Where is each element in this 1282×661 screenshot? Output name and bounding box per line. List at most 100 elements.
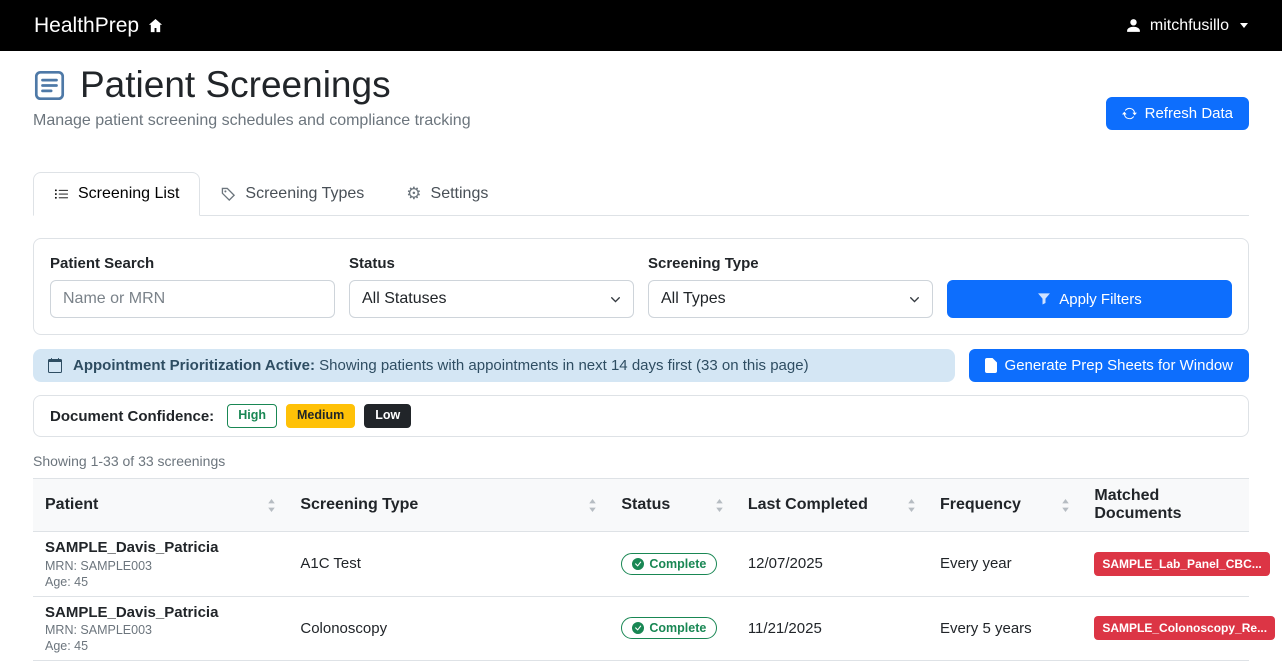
banner-title: Appointment Prioritization Active: (73, 357, 315, 374)
generate-prep-sheets-label: Generate Prep Sheets for Window (1005, 357, 1233, 374)
title-block: Patient Screenings Manage patient screen… (33, 63, 471, 130)
prioritization-banner: Appointment Prioritization Active: Showi… (33, 349, 955, 382)
status-filter-group: Status All Statuses (349, 255, 634, 318)
patient-search-input[interactable] (50, 280, 335, 318)
screening-type-filter-group: Screening Type All Types (648, 255, 933, 318)
status-badge: Complete (621, 553, 717, 575)
sort-icon (1061, 499, 1070, 512)
patient-mrn: MRN: SAMPLE003 (45, 623, 276, 638)
last-completed-cell: 11/21/2025 (736, 596, 928, 661)
screenings-table: Patient Screening Type Status Last Compl… (33, 478, 1249, 661)
status-cell: Complete (609, 596, 735, 661)
confidence-label: Document Confidence: (50, 408, 214, 425)
tab-screening-list[interactable]: Screening List (33, 172, 200, 216)
top-navbar: HealthPrep mitchfusillo (0, 0, 1282, 51)
apply-filters-label: Apply Filters (1059, 291, 1142, 308)
header-screening-type[interactable]: Screening Type (288, 479, 609, 532)
header-label: Screening Type (300, 496, 418, 514)
patient-name: SAMPLE_Davis_Patricia (45, 538, 276, 558)
sort-icon (715, 499, 724, 512)
list-icon (54, 187, 69, 202)
document-badge[interactable]: SAMPLE_Lab_Panel_CBC... (1094, 552, 1269, 576)
generate-prep-sheets-button[interactable]: Generate Prep Sheets for Window (969, 349, 1249, 382)
matched-documents-cell: SAMPLE_Lab_Panel_CBC... (1082, 532, 1249, 597)
status-badge: Complete (621, 617, 717, 639)
screening-type-select-value: All Types (661, 290, 726, 308)
page-title-text: Patient Screenings (80, 63, 391, 107)
filter-card: Patient Search Status All Statuses Scree… (33, 238, 1249, 335)
frequency-cell: Every 5 years (928, 596, 1082, 661)
check-circle-icon (632, 558, 644, 570)
home-icon (148, 18, 163, 33)
header-matched-documents[interactable]: Matched Documents (1082, 479, 1249, 532)
sort-icon (267, 499, 276, 512)
header-label: Patient (45, 496, 98, 514)
header-frequency[interactable]: Frequency (928, 479, 1082, 532)
status-label: Complete (649, 557, 706, 571)
header-label: Status (621, 496, 670, 514)
document-badge[interactable]: SAMPLE_Colonoscopy_Re... (1094, 616, 1275, 640)
username: mitchfusillo (1150, 17, 1229, 35)
screening-type-cell: Colonoscopy (288, 596, 609, 661)
tab-label: Screening List (78, 185, 179, 203)
status-cell: Complete (609, 532, 735, 597)
banner-text-wrap: Appointment Prioritization Active: Showi… (73, 357, 809, 374)
page-subtitle: Manage patient screening schedules and c… (33, 112, 471, 130)
screening-type-cell: A1C Test (288, 532, 609, 597)
last-completed-cell: 12/07/2025 (736, 532, 928, 597)
confidence-badge-medium: Medium (286, 404, 355, 428)
funnel-icon (1037, 292, 1051, 306)
screening-type-select[interactable]: All Types (648, 280, 933, 318)
user-menu[interactable]: mitchfusillo (1125, 17, 1248, 35)
banner-row: Appointment Prioritization Active: Showi… (33, 349, 1249, 382)
apply-filters-group: Apply Filters (947, 255, 1232, 318)
header-label: Last Completed (748, 496, 868, 514)
status-select-value: All Statuses (362, 290, 446, 308)
check-circle-icon (632, 622, 644, 634)
tab-label: Settings (431, 185, 489, 203)
patient-cell: SAMPLE_Davis_Patricia MRN: SAMPLE003 Age… (33, 596, 288, 661)
status-label: Status (349, 255, 634, 272)
status-select[interactable]: All Statuses (349, 280, 634, 318)
brand-link[interactable]: HealthPrep (34, 14, 163, 38)
page-header: Patient Screenings Manage patient screen… (33, 63, 1249, 130)
refresh-data-label: Refresh Data (1145, 105, 1233, 122)
page-title: Patient Screenings (33, 63, 471, 107)
patient-name: SAMPLE_Davis_Patricia (45, 603, 276, 623)
results-summary: Showing 1-33 of 33 screenings (33, 453, 1249, 469)
tab-settings[interactable]: ⚙ Settings (385, 172, 509, 216)
person-icon (1125, 17, 1142, 34)
screening-type-label: Screening Type (648, 255, 933, 272)
chevron-down-icon (610, 294, 621, 305)
refresh-data-button[interactable]: Refresh Data (1106, 97, 1249, 130)
sort-icon (588, 499, 597, 512)
chevron-down-icon (1240, 23, 1248, 28)
gear-icon: ⚙ (406, 186, 421, 203)
matched-documents-cell: SAMPLE_Colonoscopy_Re... (1082, 596, 1249, 661)
table-header-row: Patient Screening Type Status Last Compl… (33, 479, 1249, 532)
refresh-icon (1122, 106, 1137, 121)
frequency-cell: Every year (928, 532, 1082, 597)
chevron-down-icon (909, 294, 920, 305)
table-row: SAMPLE_Davis_Patricia MRN: SAMPLE003 Age… (33, 596, 1249, 661)
confidence-legend: Document Confidence: High Medium Low (33, 395, 1249, 437)
header-last-completed[interactable]: Last Completed (736, 479, 928, 532)
patient-mrn: MRN: SAMPLE003 (45, 559, 276, 574)
header-status[interactable]: Status (609, 479, 735, 532)
banner-text: Showing patients with appointments in ne… (319, 357, 808, 374)
header-label: Matched Documents (1094, 487, 1237, 523)
clipboard-list-icon (33, 69, 66, 102)
apply-filters-button[interactable]: Apply Filters (947, 280, 1232, 318)
tab-bar: Screening List Screening Types ⚙ Setting… (33, 172, 1249, 216)
tag-icon (221, 187, 236, 202)
patient-search-label: Patient Search (50, 255, 335, 272)
header-label: Frequency (940, 496, 1021, 514)
status-label: Complete (649, 621, 706, 635)
patient-search-group: Patient Search (50, 255, 335, 318)
tab-screening-types[interactable]: Screening Types (200, 172, 385, 216)
patient-age: Age: 45 (45, 575, 276, 590)
file-medical-icon (985, 358, 997, 373)
table-row: SAMPLE_Davis_Patricia MRN: SAMPLE003 Age… (33, 532, 1249, 597)
header-patient[interactable]: Patient (33, 479, 288, 532)
confidence-badge-high: High (227, 404, 277, 428)
